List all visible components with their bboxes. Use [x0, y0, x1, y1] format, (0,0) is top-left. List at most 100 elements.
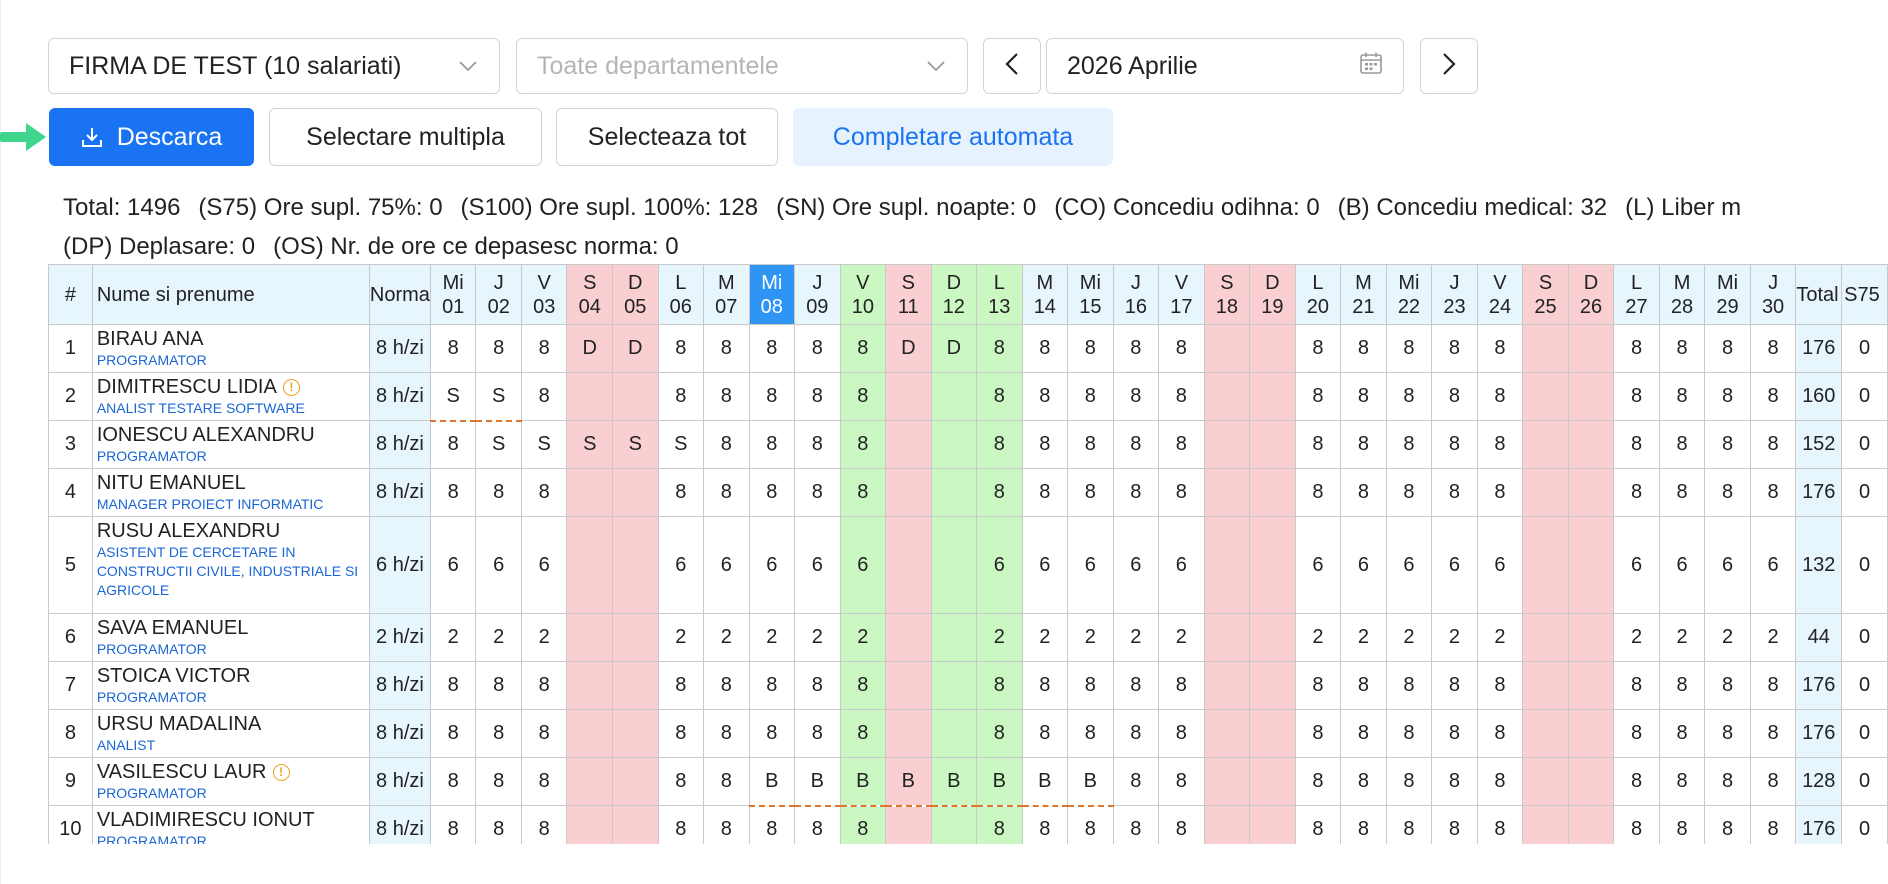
day-cell[interactable]: 8: [1476, 661, 1524, 710]
day-cell[interactable]: [1249, 324, 1296, 373]
day-cell[interactable]: 6: [1749, 516, 1797, 614]
header-day-25[interactable]: S 25: [1522, 264, 1569, 325]
day-cell[interactable]: 8: [1658, 468, 1706, 517]
day-cell[interactable]: 8: [475, 661, 522, 710]
day-cell[interactable]: 2: [703, 613, 750, 662]
day-cell[interactable]: 8: [1294, 372, 1342, 421]
day-cell[interactable]: [612, 613, 659, 662]
day-cell[interactable]: 8: [703, 661, 750, 710]
day-cell[interactable]: [1203, 661, 1251, 710]
day-cell[interactable]: [1567, 613, 1615, 662]
day-cell[interactable]: 8: [748, 324, 796, 373]
day-cell[interactable]: [1249, 516, 1296, 614]
header-day-03[interactable]: V 03: [520, 264, 568, 325]
header-day-05[interactable]: D 05: [612, 264, 659, 325]
day-cell[interactable]: 8: [475, 709, 522, 758]
day-cell[interactable]: 8: [1112, 372, 1160, 421]
day-cell[interactable]: 8: [1431, 709, 1478, 758]
day-cell[interactable]: 6: [657, 516, 705, 614]
day-cell[interactable]: 8: [1658, 661, 1706, 710]
day-cell[interactable]: 8: [1704, 709, 1751, 758]
day-cell[interactable]: 8: [1704, 757, 1751, 806]
day-cell[interactable]: [1522, 757, 1569, 806]
day-cell[interactable]: 8: [475, 757, 522, 806]
day-cell[interactable]: 8: [1340, 468, 1387, 517]
day-cell[interactable]: 8: [429, 324, 477, 373]
header-day-14[interactable]: M 14: [1021, 264, 1069, 325]
day-cell[interactable]: S: [657, 420, 705, 469]
day-cell[interactable]: 8: [794, 420, 841, 469]
day-cell[interactable]: 8: [839, 420, 887, 469]
day-cell[interactable]: 8: [520, 324, 568, 373]
day-cell[interactable]: 2: [839, 613, 887, 662]
header-day-24[interactable]: V 24: [1476, 264, 1524, 325]
day-cell[interactable]: [1203, 372, 1251, 421]
day-cell[interactable]: [1249, 805, 1296, 844]
day-cell[interactable]: D: [612, 324, 659, 373]
day-cell[interactable]: 8: [1704, 805, 1751, 844]
day-cell[interactable]: 8: [1385, 372, 1433, 421]
day-cell[interactable]: 2: [475, 613, 522, 662]
day-cell[interactable]: [1203, 324, 1251, 373]
day-cell[interactable]: 8: [839, 805, 887, 844]
day-cell[interactable]: 8: [429, 805, 477, 844]
day-cell[interactable]: [566, 661, 613, 710]
day-cell[interactable]: 8: [429, 661, 477, 710]
download-button[interactable]: Descarca: [49, 108, 254, 166]
day-cell[interactable]: 6: [1613, 516, 1660, 614]
day-cell[interactable]: 2: [1431, 613, 1478, 662]
day-cell[interactable]: 8: [657, 324, 705, 373]
day-cell[interactable]: 8: [1704, 420, 1751, 469]
day-cell[interactable]: 8: [657, 805, 705, 844]
day-cell[interactable]: [566, 372, 613, 421]
day-cell[interactable]: 2: [1385, 613, 1433, 662]
day-cell[interactable]: [885, 372, 932, 421]
day-cell[interactable]: S: [429, 372, 477, 422]
day-cell[interactable]: [1567, 420, 1615, 469]
day-cell[interactable]: [1567, 516, 1615, 614]
day-cell[interactable]: 8: [1476, 805, 1524, 844]
day-cell[interactable]: 8: [1613, 757, 1660, 806]
header-day-04[interactable]: S 04: [566, 264, 613, 325]
day-cell[interactable]: 8: [1340, 805, 1387, 844]
day-cell[interactable]: [566, 613, 613, 662]
employee-cell[interactable]: VLADIMIRESCU IONUT PROGRAMATOR: [91, 805, 370, 844]
day-cell[interactable]: 8: [1112, 757, 1160, 806]
day-cell[interactable]: 8: [1158, 805, 1205, 844]
day-cell[interactable]: 2: [1613, 613, 1660, 662]
day-cell[interactable]: 6: [1704, 516, 1751, 614]
day-cell[interactable]: [1567, 372, 1615, 421]
day-cell[interactable]: 8: [1158, 372, 1205, 421]
day-cell[interactable]: 8: [703, 324, 750, 373]
day-cell[interactable]: 8: [1112, 709, 1160, 758]
day-cell[interactable]: 8: [1112, 468, 1160, 517]
day-cell[interactable]: [1567, 324, 1615, 373]
day-cell[interactable]: 8: [976, 661, 1023, 710]
day-cell[interactable]: 8: [1749, 805, 1797, 844]
day-cell[interactable]: [885, 468, 932, 517]
prev-month-button[interactable]: [983, 38, 1041, 94]
day-cell[interactable]: 6: [1340, 516, 1387, 614]
day-cell[interactable]: 8: [1704, 468, 1751, 517]
day-cell[interactable]: [1203, 516, 1251, 614]
day-cell[interactable]: [566, 516, 613, 614]
company-select[interactable]: FIRMA DE TEST (10 salariati): [48, 38, 500, 94]
day-cell[interactable]: 8: [794, 372, 841, 421]
day-cell[interactable]: 8: [748, 468, 796, 517]
table-row[interactable]: 8 URSU MADALINA ANALIST 8 h/zi 8 8 8 8 8 8 8 8 8 8 8 8 8…: [48, 709, 1888, 758]
day-cell[interactable]: D: [885, 324, 932, 373]
employee-cell[interactable]: DIMITRESCU LIDIA! ANALIST TESTARE SOFTWAR…: [91, 372, 370, 421]
day-cell[interactable]: 8: [1658, 757, 1706, 806]
day-cell[interactable]: 6: [429, 516, 477, 614]
day-cell[interactable]: 8: [520, 805, 568, 844]
day-cell[interactable]: 8: [794, 324, 841, 373]
day-cell[interactable]: S: [520, 420, 568, 469]
day-cell[interactable]: 2: [1294, 613, 1342, 662]
day-cell[interactable]: 8: [976, 709, 1023, 758]
header-day-02[interactable]: J 02: [475, 264, 522, 325]
day-cell[interactable]: 8: [1658, 324, 1706, 373]
header-day-23[interactable]: J 23: [1431, 264, 1478, 325]
day-cell[interactable]: [1522, 372, 1569, 421]
day-cell[interactable]: 8: [703, 468, 750, 517]
header-day-28[interactable]: M 28: [1658, 264, 1706, 325]
